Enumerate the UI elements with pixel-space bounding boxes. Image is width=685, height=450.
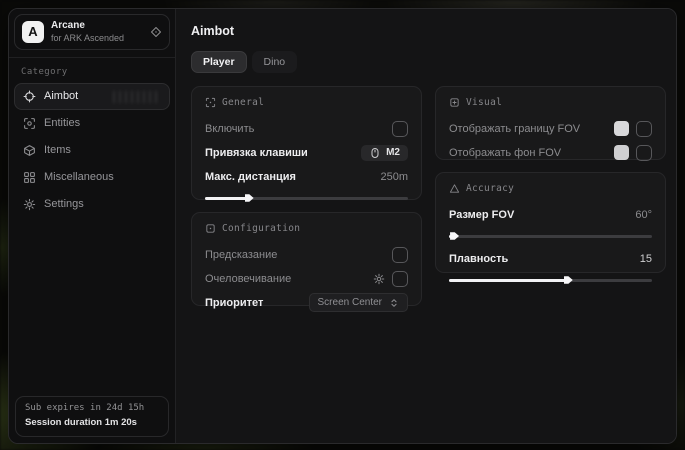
prediction-checkbox[interactable] [392,247,408,263]
max-distance-slider[interactable] [205,193,408,203]
slider-thumb[interactable] [245,193,254,203]
prediction-row: Предсказание [205,244,408,265]
page-title: Aimbot [191,24,666,38]
fov-background-label: Отображать фон FOV [449,147,561,159]
gear-icon [23,198,36,211]
tab-player[interactable]: Player [191,51,247,73]
priority-select[interactable]: Screen Center [309,293,408,312]
sidebar-item-label: Aimbot [44,90,78,102]
grid-icon [23,171,36,184]
chevrons-up-down-icon [389,298,399,308]
card-title: General [222,97,264,108]
sidebar-item-items[interactable]: Items [14,137,170,164]
keybind-row: Привязка клавиши M2 [205,142,408,163]
sidebar-item-label: Miscellaneous [44,171,114,183]
tab-dino[interactable]: Dino [252,51,298,73]
brand-name: Arcane [51,20,143,33]
humanization-row: Очеловечивание [205,268,408,289]
prediction-label: Предсказание [205,249,277,261]
triangle-icon [449,183,460,194]
box-dot-icon [205,223,216,234]
sidebar-item-settings[interactable]: Settings [14,191,170,218]
fov-background-color-swatch[interactable] [614,145,629,160]
fov-size-value: 60° [635,209,652,221]
fov-background-row: Отображать фон FOV [449,142,652,163]
frame-plus-icon [449,97,460,108]
configuration-card: Configuration Предсказание Очеловечивани… [191,212,422,306]
sidebar-item-entities[interactable]: Entities [14,110,170,137]
mouse-icon [369,147,381,159]
keybind-label: Привязка клавиши [205,147,308,159]
visual-card: Visual Отображать границу FOV Отображать… [435,86,666,160]
cards-grid: General Включить Привязка клавиши [191,86,666,306]
priority-value: Screen Center [318,297,382,308]
brand-logo: A [22,21,44,43]
category-label: Category [9,58,175,83]
subscription-info-card: Sub expires in 24d 15h Session duration … [15,396,169,437]
sidebar-item-aimbot[interactable]: Aimbot [14,83,170,110]
sidebar-item-label: Items [44,144,71,156]
scan-dot-icon [205,97,216,108]
card-title: Accuracy [466,183,514,194]
fov-background-checkbox[interactable] [636,145,652,161]
session-duration-text: Session duration 1m 20s [25,416,159,430]
humanization-settings-gear-icon[interactable] [373,273,385,285]
max-distance-row: Макс. дистанция 250m [205,166,408,187]
main-panel: Aimbot Player Dino General [176,9,677,443]
slider-thumb[interactable] [450,231,459,241]
enable-row: Включить [205,118,408,139]
fov-border-checkbox[interactable] [636,121,652,137]
humanization-label: Очеловечивание [205,273,291,285]
fov-size-label: Размер FOV [449,209,514,221]
card-title: Visual [466,97,502,108]
keybind-button[interactable]: M2 [361,145,408,161]
slider-thumb[interactable] [564,275,573,285]
sidebar-item-miscellaneous[interactable]: Miscellaneous [14,164,170,191]
enable-label: Включить [205,123,254,135]
humanization-checkbox[interactable] [392,271,408,287]
target-tabs: Player Dino [191,51,666,73]
enable-checkbox[interactable] [392,121,408,137]
smoothness-slider[interactable] [449,275,652,285]
fov-border-label: Отображать границу FOV [449,123,580,135]
sidebar-item-label: Settings [44,198,84,210]
package-icon [23,144,36,157]
crosshair-icon [23,90,36,103]
cheat-menu-window: A Arcane for ARK Ascended Category Ai [8,8,677,444]
card-title: Configuration [222,223,300,234]
priority-label: Приоритет [205,297,263,309]
max-distance-value: 250m [380,171,408,183]
sub-expires-text: Sub expires in 24d 15h [25,402,159,416]
fov-size-row: Размер FOV 60° [449,204,652,225]
general-card: General Включить Привязка клавиши [191,86,422,200]
smoothness-label: Плавность [449,253,508,265]
scan-target-icon [23,117,36,130]
fov-border-color-swatch[interactable] [614,121,629,136]
fov-size-slider[interactable] [449,231,652,241]
brand-card: A Arcane for ARK Ascended [14,14,170,50]
accuracy-card: Accuracy Размер FOV 60° Плавность 15 [435,172,666,273]
max-distance-label: Макс. дистанция [205,171,296,183]
sidebar: A Arcane for ARK Ascended Category Ai [9,9,176,443]
keybind-value: M2 [386,147,400,158]
fov-border-row: Отображать границу FOV [449,118,652,139]
smoothness-row: Плавность 15 [449,248,652,269]
brand-subtitle: for ARK Ascended [51,33,143,44]
smoothness-value: 15 [640,253,652,265]
category-nav: Aimbot Entities Items [9,83,175,218]
sidebar-item-label: Entities [44,117,80,129]
priority-row: Приоритет Screen Center [205,292,408,313]
compass-diamond-icon[interactable] [150,26,162,38]
